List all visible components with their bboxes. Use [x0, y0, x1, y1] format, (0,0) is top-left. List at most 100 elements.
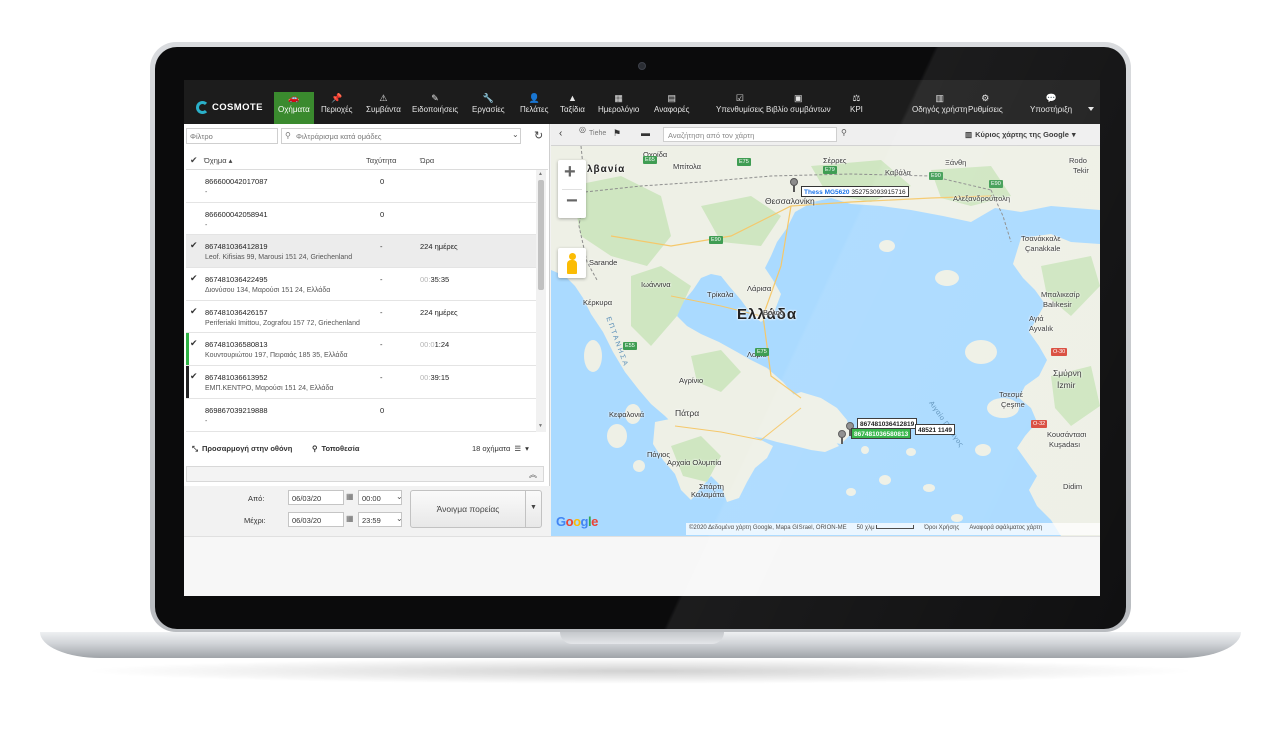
map-toolbar: ‹ ◎ Tiehe ⚑ ▬ Αναζήτηση από τον χάρτη ⚲ …	[551, 124, 1100, 146]
from-date-input[interactable]: 06/03/20	[288, 490, 344, 505]
from-time-dropdown-icon[interactable]: ⌄	[396, 492, 403, 501]
scroll-up-icon[interactable]: ▲	[538, 171, 543, 177]
caret-down-icon: ▾	[525, 444, 529, 453]
zoom-in-button[interactable]: +	[564, 161, 576, 184]
route-options-dropdown-icon[interactable]: ▼	[525, 490, 541, 528]
route-form: Από: Μέχρι: 06/03/20 ▦ 00:00 ⌄ 06/03/20 …	[184, 486, 550, 536]
nav-item-label: Συμβάντα	[366, 105, 401, 114]
street-view-pegman-icon[interactable]	[558, 248, 586, 278]
table-row[interactable]: ✔ 867481036412819 Leof. Kifisias 99, Marou…	[186, 235, 536, 269]
nav-item-13[interactable]: ⚙ Ρυθμίσεις	[968, 92, 1003, 124]
table-row[interactable]: ✔ 867481036422495 Διονύσου 134, Μαρούσι 15…	[186, 268, 536, 301]
row-checkbox[interactable]: ✔	[190, 240, 198, 251]
vehicle-tag-secondary[interactable]: 867481036580813	[851, 428, 912, 439]
vehicle-list-scrollbar[interactable]: ▲ ▼	[536, 170, 546, 432]
to-time-dropdown-icon[interactable]: ⌄	[396, 514, 403, 523]
caret-down-icon: ▾	[1071, 130, 1076, 139]
vehicle-time: 00:39:15	[420, 373, 449, 382]
refresh-icon[interactable]: ↻	[534, 129, 543, 142]
row-checkbox[interactable]: ✔	[190, 273, 198, 284]
calendar-icon[interactable]: ▦	[346, 492, 354, 501]
table-row[interactable]: ✔ 867481036426157 Periferiaki Imittou, Zog…	[186, 300, 536, 334]
nav-item-4[interactable]: 🔧 Εργασίες	[472, 92, 505, 124]
nav-item-10[interactable]: ▣ Βιβλίο συμβάντων	[766, 92, 831, 124]
map-label-trikala: Τρίκαλα	[707, 290, 734, 299]
road-shield-e75: E75	[737, 158, 751, 166]
nav-item-12[interactable]: ▥ Οδηγός χρήστη	[912, 92, 967, 124]
vehicle-address: Leof. Kifisias 99, Marousi 151 24, Griec…	[205, 254, 353, 262]
nav-item-1[interactable]: 📌 Περιοχές	[321, 92, 353, 124]
open-route-label: Άνοιγμα πορείας	[436, 504, 500, 514]
terms-link[interactable]: Όροι Χρήσης	[924, 525, 959, 533]
column-time[interactable]: Ώρα	[420, 156, 434, 165]
nav-item-label: Οχήματα	[278, 105, 310, 114]
map-type-selector[interactable]: ▥ Κύριος χάρτης της Google ▾	[965, 130, 1076, 139]
geofence-icon[interactable]: ◎	[579, 125, 586, 134]
zoom-out-button[interactable]: −	[566, 190, 578, 213]
filter-input[interactable]	[186, 128, 278, 144]
row-checkbox[interactable]: ✔	[190, 371, 198, 382]
vehicle-marker[interactable]	[789, 178, 799, 192]
row-checkbox[interactable]: ✔	[190, 338, 198, 349]
vehicle-tag-thess[interactable]: Thess MG5620 352753093915716	[801, 186, 909, 197]
collapse-bar[interactable]: ︽	[186, 466, 544, 482]
location-button[interactable]: ⚲ Τοποθεσία	[312, 444, 359, 453]
map[interactable]: ‹ ◎ Tiehe ⚑ ▬ Αναζήτηση από τον χάρτη ⚲ …	[551, 124, 1100, 536]
map-canvas[interactable]	[551, 146, 1100, 536]
map-label-rodo: Rodo	[1069, 156, 1087, 165]
status-bar	[186, 333, 189, 366]
map-label-canakkale: Çanakkale	[1025, 244, 1061, 253]
to-date-input[interactable]: 06/03/20	[288, 512, 344, 527]
car-icon: 🚗	[288, 93, 300, 103]
table-row[interactable]: 866600042017087 - 0	[186, 170, 536, 203]
open-route-button[interactable]: Άνοιγμα πορείας ▼	[410, 490, 542, 528]
cosmote-logo[interactable]: COSMOTE	[196, 100, 263, 114]
chevron-left-icon[interactable]: ‹	[559, 128, 562, 139]
flag-icon[interactable]: ⚑	[613, 128, 621, 139]
calendar-icon[interactable]: ▦	[346, 514, 354, 523]
chevron-down-icon[interactable]	[1088, 107, 1094, 111]
double-chevron-up-icon[interactable]: ︽	[529, 469, 537, 480]
select-all-checkbox[interactable]: ✔	[190, 155, 198, 166]
map-label-kalamata: Καλαμάτα	[691, 490, 725, 499]
group-filter-input[interactable]: Φιλτράρισμα κατά ομάδες	[281, 128, 521, 144]
map-label-izmir: İzmir	[1057, 380, 1076, 390]
nav-item-5[interactable]: 👤 Πελάτες	[520, 92, 548, 124]
nav-item-14[interactable]: 💬 Υποστήριξη	[1030, 92, 1072, 124]
nav-item-9[interactable]: ☑ Υπενθυμίσεις	[716, 92, 764, 124]
person-icon: 👤	[528, 93, 540, 103]
vehicle-time-value: 224 ημέρες	[420, 307, 458, 317]
vehicle-count[interactable]: 18 οχήματα ☰ ▾	[472, 444, 529, 453]
nav-item-2[interactable]: ⚠ Συμβάντα	[366, 92, 401, 124]
nav-item-0[interactable]: 🚗 Οχήματα	[274, 92, 314, 124]
nav-item-3[interactable]: ✎ Ειδοποιήσεις	[412, 92, 458, 124]
vehicle-time-prefix: 00:0	[420, 340, 435, 350]
nav-item-8[interactable]: ▤ Αναφορές	[654, 92, 689, 124]
map-label-canakkale-gr: Τσανάκκαλε	[1021, 234, 1061, 243]
scrollbar-thumb[interactable]	[538, 180, 544, 290]
scale-label: 50 χλμ	[856, 525, 875, 531]
table-row[interactable]: 869867039219888 - 0	[186, 398, 536, 432]
vehicle-id: 866600042017087	[205, 177, 268, 186]
nav-item-7[interactable]: ▦ Ημερολόγιο	[598, 92, 639, 124]
fit-to-screen-button[interactable]: ⤡ Προσαρμογή στην οθόνη	[192, 444, 292, 454]
vehicle-list: 866600042017087 - 0 866600042058941 - 0 ✔ 86748…	[186, 170, 536, 432]
row-checkbox[interactable]: ✔	[190, 306, 198, 317]
nav-item-6[interactable]: ▲ Ταξίδια	[560, 92, 585, 124]
column-speed[interactable]: Ταχύτητα	[366, 156, 396, 165]
map-search-input[interactable]: Αναζήτηση από τον χάρτη	[663, 127, 837, 142]
nav-item-11[interactable]: ⚖ KPI	[850, 92, 863, 124]
report-error-link[interactable]: Αναφορά σφάλματος χάρτη	[969, 525, 1042, 533]
truck-icon[interactable]: ▬	[641, 128, 650, 138]
table-row[interactable]: ✔ 867481036613952 ΕΜΠ.ΚΕΝΤΡΟ, Μαρούσι 151 …	[186, 366, 536, 399]
double-chevron-down-icon[interactable]: ⌄	[512, 130, 519, 139]
vehicle-tag-tertiary[interactable]: 48521 1149	[915, 424, 955, 435]
search-icon[interactable]: ⚲	[841, 128, 847, 137]
scroll-down-icon[interactable]: ▼	[538, 423, 543, 429]
table-row[interactable]: ✔ 867481036580813 Κουντουριώτου 197, Πειρα…	[186, 333, 536, 367]
column-vehicle[interactable]: Όχημα ▴	[204, 156, 232, 165]
vehicle-speed: -	[380, 340, 383, 350]
table-row[interactable]: 866600042058941 - 0	[186, 202, 536, 236]
book-icon: ▥	[935, 93, 944, 103]
vehicle-tag-extra: 1149	[937, 427, 952, 434]
